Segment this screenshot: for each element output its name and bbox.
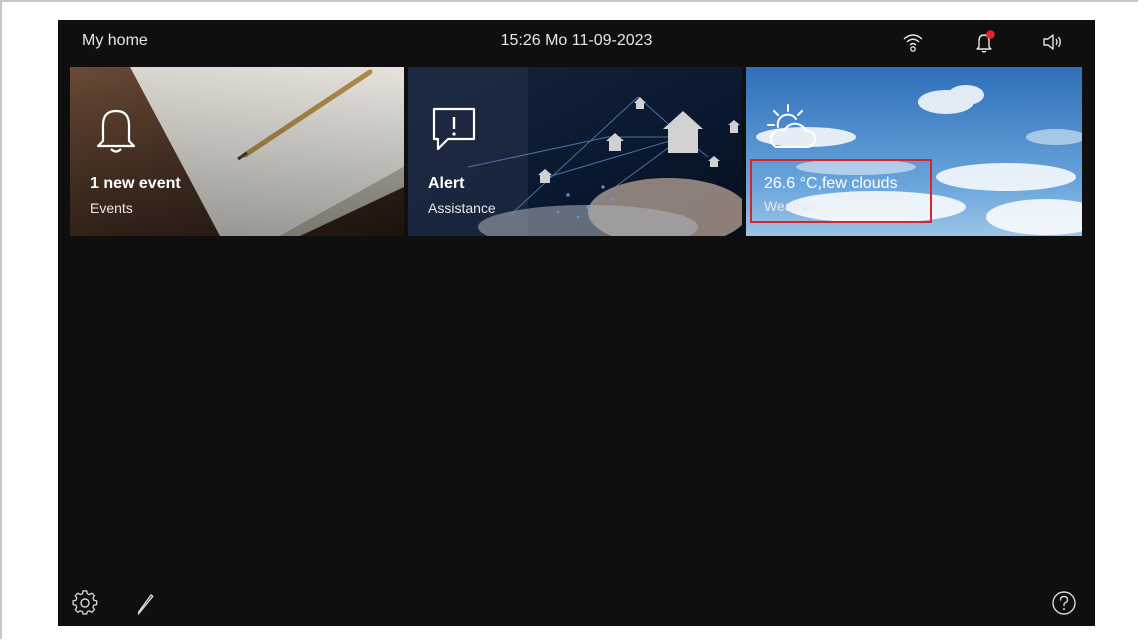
events-tile[interactable]: 1 new event Events — [70, 67, 404, 236]
weather-tile[interactable]: 26.6 °C,few clouds Weather — [746, 67, 1082, 236]
assistance-tile[interactable]: Alert Assistance — [408, 67, 742, 236]
events-tile-subtitle: Events — [90, 200, 133, 216]
notification-bell-icon[interactable] — [972, 30, 996, 54]
alert-speech-bubble-icon — [432, 107, 476, 151]
bell-icon — [96, 109, 136, 153]
date-time: 15:26 Mo 11-09-2023 — [500, 32, 653, 49]
assistance-tile-subtitle: Assistance — [428, 200, 496, 216]
settings-gear-icon[interactable] — [72, 590, 98, 616]
partly-cloudy-icon — [767, 104, 817, 148]
wifi-icon[interactable] — [901, 30, 925, 54]
highlight-box — [750, 159, 932, 223]
help-icon[interactable] — [1051, 590, 1077, 616]
assistance-tile-title: Alert — [428, 175, 465, 192]
events-tile-title: 1 new event — [90, 175, 181, 192]
home-screen: My home 15:26 Mo 11-09-2023 1 new event … — [58, 20, 1095, 626]
notification-dot — [986, 30, 995, 39]
top-bar: My home 15:26 Mo 11-09-2023 — [58, 20, 1095, 64]
speaker-icon[interactable] — [1041, 30, 1065, 54]
edit-pencil-icon[interactable] — [132, 590, 158, 616]
